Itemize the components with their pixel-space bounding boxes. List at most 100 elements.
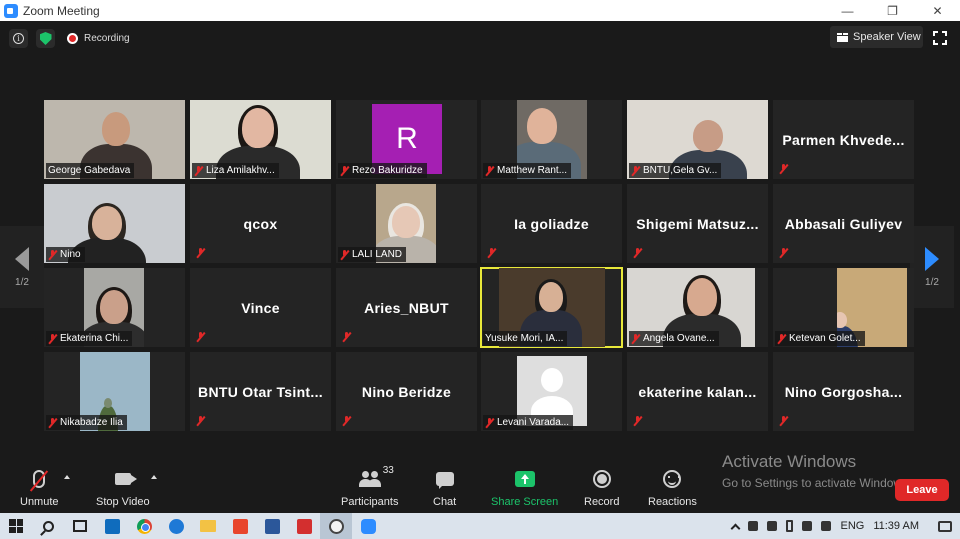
previous-page-button[interactable]: 1/2 [0, 226, 44, 308]
participant-caption: Liza Amilakhv... [192, 163, 279, 178]
participant-name: Matthew Rant... [497, 165, 568, 176]
restore-button[interactable]: ❐ [870, 0, 915, 21]
participant-tile[interactable]: Parmen Khvede... [773, 100, 914, 179]
file-explorer-taskbar-button[interactable] [192, 513, 224, 539]
close-button[interactable]: ✕ [915, 0, 960, 21]
minimize-button[interactable]: — [825, 0, 870, 21]
edge-taskbar-button[interactable] [160, 513, 192, 539]
activate-windows-watermark: Activate Windows Go to Settings to activ… [722, 452, 911, 490]
system-tray: ENG 11:39 AM [731, 513, 960, 539]
participant-tile[interactable]: Nino Beridze [336, 352, 477, 431]
participants-button[interactable]: 33 Participants [341, 465, 399, 508]
mic-muted-icon [196, 416, 205, 426]
participant-tile[interactable]: qcox [190, 184, 331, 263]
meeting-area: i Recording Speaker View 1/2 1/2 George … [0, 21, 960, 463]
audio-options-caret[interactable] [64, 475, 70, 479]
participant-tile[interactable]: Angela Ovane... [627, 268, 768, 347]
participant-caption: Levani Varada... [483, 415, 574, 430]
record-icon [592, 470, 611, 488]
anydesk-taskbar-button[interactable] [224, 513, 256, 539]
zoom-taskbar-button[interactable] [352, 513, 384, 539]
recording-indicator[interactable]: Recording [67, 33, 130, 44]
mic-muted-icon [48, 333, 57, 344]
camera-icon [114, 473, 131, 485]
participant-tile[interactable]: Nino [44, 184, 185, 263]
leave-button[interactable]: Leave [895, 479, 949, 501]
participant-tile[interactable]: BNTU Otar Tsint... [190, 352, 331, 431]
arrow-left-icon [15, 246, 29, 271]
participant-name: Vince [241, 299, 280, 316]
folder-icon [200, 520, 216, 532]
share-screen-button[interactable]: Share Screen [491, 467, 558, 508]
reactions-button[interactable]: Reactions [648, 467, 697, 508]
network-icon[interactable] [767, 521, 778, 531]
word-taskbar-button[interactable] [256, 513, 288, 539]
participant-tile[interactable]: Vince [190, 268, 331, 347]
participant-tile[interactable]: Nikabadze Ilia [44, 352, 185, 431]
participant-tile[interactable]: LALI LAND [336, 184, 477, 263]
meeting-info-button[interactable]: i [9, 29, 28, 48]
zoom-meeting-taskbar-button[interactable] [320, 513, 352, 539]
participant-tile[interactable]: Ketevan Golet... [773, 268, 914, 347]
participant-tile[interactable]: Levani Varada... [481, 352, 622, 431]
search-icon [42, 520, 54, 532]
chrome-taskbar-button[interactable] [128, 513, 160, 539]
taskbar-search-button[interactable] [32, 513, 64, 539]
start-button[interactable] [0, 513, 32, 539]
participant-tile[interactable]: Aries_NBUT [336, 268, 477, 347]
outlook-taskbar-button[interactable] [96, 513, 128, 539]
participant-tile[interactable]: Liza Amilakhv... [190, 100, 331, 179]
stop-video-button[interactable]: Stop Video [96, 467, 150, 508]
participant-tile[interactable]: Ia goliadze [481, 184, 622, 263]
participant-tile[interactable]: ekaterine kalan... [627, 352, 768, 431]
arrow-right-icon [925, 246, 939, 271]
participant-tile[interactable]: Yusuke Mori, IA... [480, 267, 623, 348]
battery-icon[interactable] [786, 520, 794, 532]
participant-tile[interactable]: Abbasali Guliyev [773, 184, 914, 263]
record-button[interactable]: Record [584, 467, 619, 508]
wifi-icon[interactable] [802, 521, 813, 531]
participant-tile[interactable]: Nino Gorgosha... [773, 352, 914, 431]
participant-tile[interactable]: R Rezo Bakuridze [336, 100, 477, 179]
participant-caption: Ketevan Golet... [775, 331, 865, 346]
acrobat-taskbar-button[interactable] [288, 513, 320, 539]
participant-caption: Angela Ovane... [629, 331, 719, 346]
participant-tile[interactable]: George Gabedava [44, 100, 185, 179]
microphone-muted-icon [33, 470, 46, 488]
participant-tile[interactable]: Matthew Rant... [481, 100, 622, 179]
speaker-view-icon [837, 32, 848, 42]
reactions-smile-icon [663, 470, 682, 488]
participant-name: LALI LAND [352, 249, 403, 260]
notifications-icon[interactable] [938, 520, 952, 532]
dropbox-icon[interactable] [748, 521, 759, 531]
participant-tile[interactable]: Shigemi Matsuz... [627, 184, 768, 263]
participant-tile[interactable]: BNTU,Gela Gv... [627, 100, 768, 179]
activate-windows-title: Activate Windows [722, 452, 857, 471]
clock[interactable]: 11:39 AM [873, 520, 919, 532]
mic-muted-icon [779, 248, 788, 258]
video-options-caret[interactable] [151, 475, 157, 479]
share-screen-icon [514, 471, 535, 487]
task-view-button[interactable] [64, 513, 96, 539]
share-screen-label: Share Screen [491, 496, 559, 508]
language-indicator[interactable]: ENG [840, 520, 864, 532]
participants-label: Participants [341, 496, 399, 508]
mic-muted-icon [342, 332, 351, 342]
page-indicator-right: 1/2 [925, 276, 939, 288]
encryption-button[interactable] [36, 29, 55, 48]
volume-icon[interactable] [821, 521, 832, 531]
mic-muted-icon [631, 333, 640, 344]
fullscreen-icon[interactable] [933, 31, 947, 45]
participant-caption: Nino [46, 247, 85, 262]
show-hidden-icons-icon[interactable] [731, 523, 741, 533]
edge-icon [168, 518, 184, 534]
recording-label: Recording [84, 33, 130, 44]
participant-tile[interactable]: Ekaterina Chi... [44, 268, 185, 347]
unmute-button[interactable]: Unmute [20, 467, 59, 508]
participant-name: Ketevan Golet... [789, 333, 861, 344]
stop-video-label: Stop Video [96, 496, 150, 508]
mic-muted-icon [48, 417, 57, 428]
next-page-button[interactable]: 1/2 [910, 226, 954, 308]
speaker-view-button[interactable]: Speaker View [830, 26, 923, 48]
chat-button[interactable]: Chat [433, 467, 456, 508]
